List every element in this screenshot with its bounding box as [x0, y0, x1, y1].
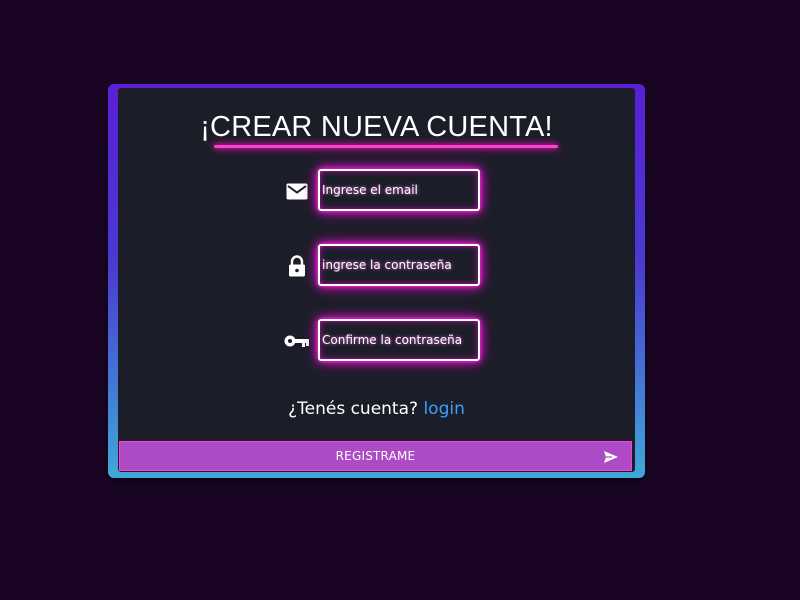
- login-prompt: ¿Tenés cuenta? login: [118, 399, 635, 419]
- login-link[interactable]: login: [423, 399, 464, 419]
- confirm-password-row: [284, 319, 484, 363]
- key-icon: [284, 319, 310, 363]
- password-row: [284, 244, 484, 288]
- register-button[interactable]: REGISTRAME: [119, 441, 632, 471]
- signup-card: ¡CREAR NUEVA CUENTA! Ingrese el email ¿T…: [118, 88, 635, 472]
- register-button-label: REGISTRAME: [335, 449, 416, 463]
- page-title: ¡CREAR NUEVA CUENTA!: [200, 111, 553, 143]
- email-field[interactable]: [318, 169, 480, 211]
- signup-card-frame: ¡CREAR NUEVA CUENTA! Ingrese el email ¿T…: [108, 84, 645, 478]
- password-field[interactable]: [318, 244, 480, 286]
- confirm-password-field[interactable]: [318, 319, 480, 361]
- title-underline: [214, 145, 558, 148]
- have-account-text: ¿Tenés cuenta?: [288, 399, 419, 419]
- email-icon: [284, 169, 310, 213]
- email-row: [284, 169, 484, 213]
- lock-icon: [284, 244, 310, 288]
- send-icon: [603, 449, 619, 465]
